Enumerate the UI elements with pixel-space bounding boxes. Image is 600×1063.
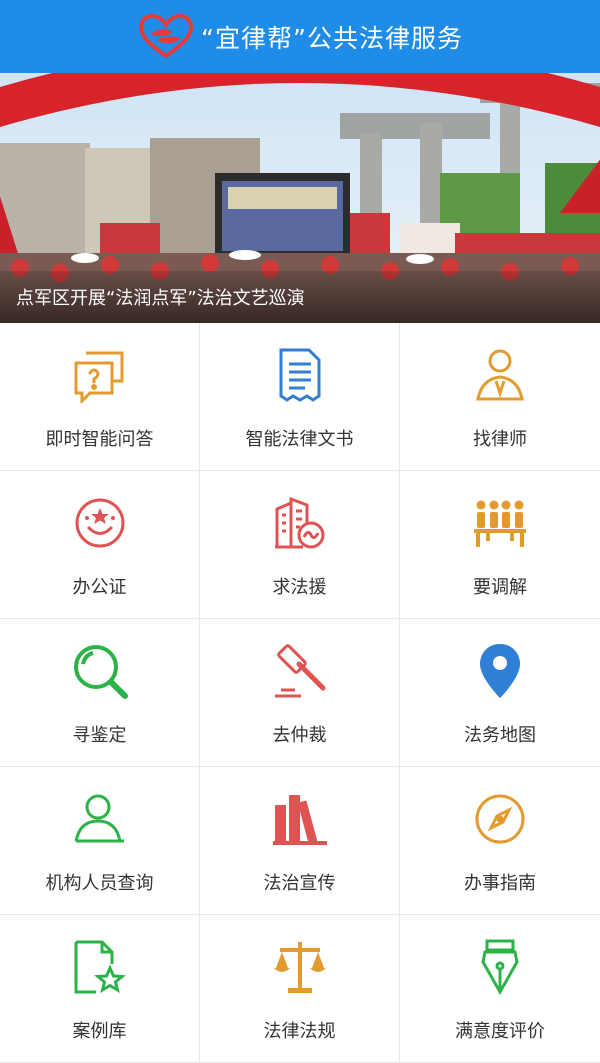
service-label: 满意度评价 (455, 1021, 545, 1042)
service-label: 法律法规 (263, 1021, 336, 1042)
heart-logo-icon (139, 13, 194, 58)
service-label: 法治宣传 (263, 873, 336, 894)
service-legal-aid[interactable]: 求法援 (200, 471, 400, 619)
service-appraisal[interactable]: 寻鉴定 (0, 619, 200, 767)
service-label: 去仲裁 (272, 725, 327, 746)
service-label: 智能法律文书 (245, 429, 354, 450)
service-label: 法务地图 (464, 725, 536, 746)
news-banner[interactable]: 点军区开展“法润点军”法治文艺巡演 (0, 73, 600, 323)
service-label: 求法援 (272, 577, 327, 598)
lawyer-person-icon (470, 345, 530, 405)
magnifier-icon (70, 641, 130, 701)
app-header: “宜律帮”公共法律服务 (0, 0, 600, 73)
service-legal-publicity[interactable]: 法治宣传 (200, 767, 400, 915)
service-guide[interactable]: 办事指南 (400, 767, 600, 915)
service-label: 机构人员查询 (45, 873, 154, 894)
document-icon (270, 345, 330, 405)
service-legal-map[interactable]: 法务地图 (400, 619, 600, 767)
service-personnel-query[interactable]: 机构人员查询 (0, 767, 200, 915)
gavel-icon (270, 641, 330, 701)
service-notarization[interactable]: 办公证 (0, 471, 200, 619)
service-label: 案例库 (72, 1021, 127, 1042)
service-arbitration[interactable]: 去仲裁 (200, 619, 400, 767)
service-grid: 即时智能问答 智能法律文书 找律师 办公证 求法援 要调解 寻鉴定 去仲裁 法务… (0, 323, 600, 1063)
service-mediation[interactable]: 要调解 (400, 471, 600, 619)
service-label: 即时智能问答 (45, 429, 154, 450)
banner-caption: 点军区开展“法润点军”法治文艺巡演 (0, 271, 600, 323)
service-label: 要调解 (473, 577, 527, 598)
service-label: 找律师 (473, 429, 527, 450)
compass-icon (470, 789, 530, 849)
mediation-people-icon (470, 493, 530, 553)
service-label: 寻鉴定 (72, 725, 127, 746)
notary-seal-icon (70, 493, 130, 553)
service-label: 办公证 (72, 577, 127, 598)
pen-nib-icon (470, 937, 530, 997)
service-label: 办事指南 (464, 873, 536, 894)
books-icon (270, 789, 330, 849)
service-laws-regulations[interactable]: 法律法规 (200, 915, 400, 1063)
map-pin-icon (470, 641, 530, 701)
service-satisfaction-rating[interactable]: 满意度评价 (400, 915, 600, 1063)
service-smart-document[interactable]: 智能法律文书 (200, 323, 400, 471)
service-find-lawyer[interactable]: 找律师 (400, 323, 600, 471)
building-aid-icon (270, 493, 330, 553)
service-case-library[interactable]: 案例库 (0, 915, 200, 1063)
case-file-star-icon (70, 937, 130, 997)
page-title: “宜律帮”公共法律服务 (201, 23, 463, 53)
chat-question-icon (70, 345, 130, 405)
scales-icon (270, 937, 330, 997)
person-search-icon (70, 789, 130, 849)
service-instant-qa[interactable]: 即时智能问答 (0, 323, 200, 471)
